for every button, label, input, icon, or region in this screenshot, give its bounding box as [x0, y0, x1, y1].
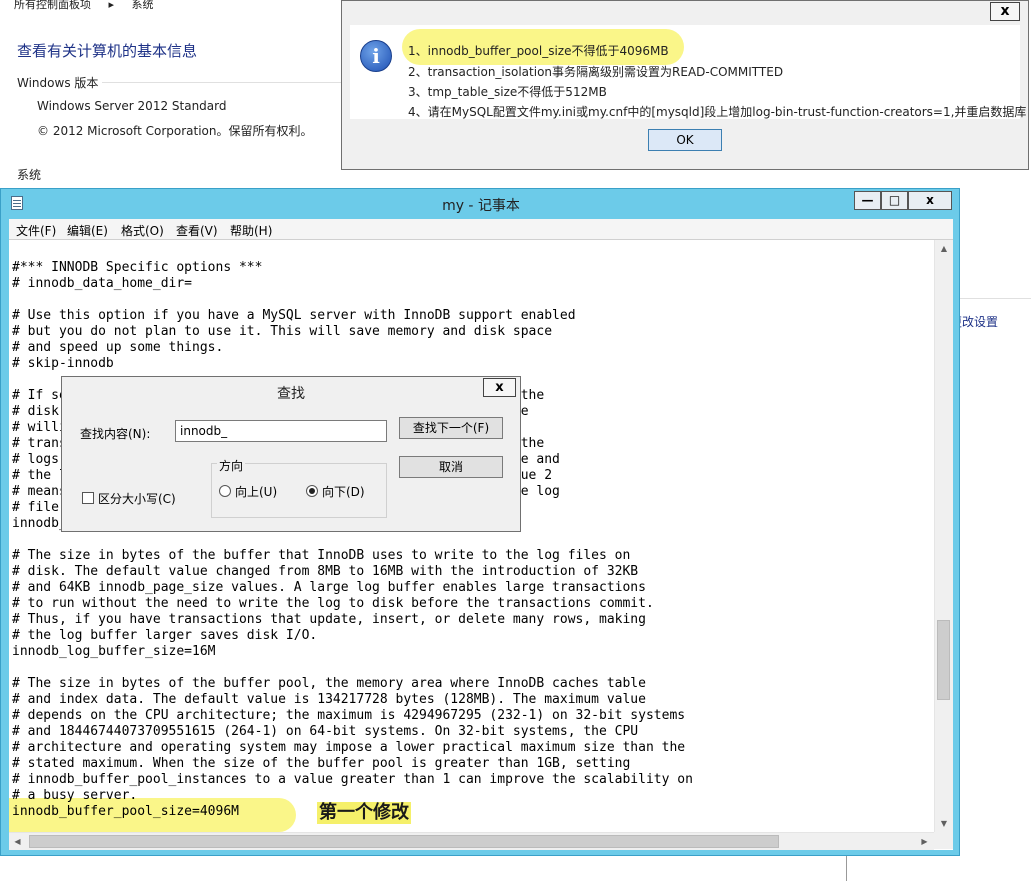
direction-up-radio[interactable]: 向上(U)	[219, 483, 277, 500]
find-what-label: 查找内容(N):	[80, 427, 151, 441]
scrollbar-corner	[934, 832, 953, 849]
window-edge	[846, 856, 847, 881]
find-close-button[interactable]: x	[483, 378, 516, 397]
direction-down-label: 向下(D)	[322, 485, 365, 499]
menu-edit[interactable]: 编辑(E)	[67, 222, 108, 239]
direction-label: 方向	[217, 457, 246, 474]
message-box-close-button[interactable]: x	[990, 2, 1020, 21]
editor-text[interactable]: #*** INNODB Specific options *** # innod…	[12, 260, 693, 820]
message-line: 4、请在MySQL配置文件my.ini或my.cnf中的[mysqld]段上增加…	[408, 105, 1027, 119]
radio-unchecked-icon[interactable]	[219, 485, 231, 497]
vertical-scrollbar[interactable]: ▲ ▼	[934, 240, 953, 832]
message-line: 3、tmp_table_size不得低于512MB	[408, 85, 607, 99]
minimize-button[interactable]: —	[854, 191, 881, 210]
close-button[interactable]: x	[908, 191, 952, 210]
message-line: 2、transaction_isolation事务隔离级别需设置为READ-CO…	[408, 65, 784, 79]
radio-checked-icon[interactable]	[306, 485, 318, 497]
breadcrumb-item-all-items[interactable]: 所有控制面板项	[14, 0, 91, 10]
find-dialog-titlebar[interactable]: 查找 x	[62, 377, 520, 405]
windows-edition-label: Windows 版本	[17, 76, 99, 90]
menu-file[interactable]: 文件(F)	[16, 222, 56, 239]
system-section-label: 系统	[17, 168, 42, 182]
cancel-button[interactable]: 取消	[399, 456, 503, 478]
scroll-up-icon[interactable]: ▲	[935, 240, 953, 257]
page-title: 查看有关计算机的基本信息	[17, 42, 198, 60]
checkbox-icon[interactable]	[82, 492, 94, 504]
breadcrumb-item-system[interactable]: 系统	[132, 0, 154, 10]
breadcrumb-separator-icon: ▸	[108, 0, 115, 10]
message-box-dialog: x i 1、innodb_buffer_pool_size不得低于4096MB …	[341, 0, 1029, 170]
ok-button[interactable]: OK	[648, 129, 722, 151]
vertical-scroll-thumb[interactable]	[937, 620, 950, 700]
menu-view[interactable]: 查看(V)	[176, 222, 218, 239]
maximize-button[interactable]: □	[881, 191, 908, 210]
window-title: my - 记事本	[442, 198, 520, 214]
scroll-right-icon[interactable]: ▶	[916, 833, 933, 850]
find-next-button[interactable]: 查找下一个(F)	[399, 417, 503, 439]
direction-down-radio[interactable]: 向下(D)	[306, 483, 365, 500]
annotation-label: 第一个修改	[317, 802, 411, 824]
windows-edition-value: Windows Server 2012 Standard	[37, 99, 227, 113]
horizontal-scroll-thumb[interactable]	[29, 835, 779, 848]
info-icon: i	[360, 40, 392, 72]
match-case-checkbox[interactable]: 区分大小写(C)	[82, 490, 176, 507]
scroll-left-icon[interactable]: ◀	[9, 833, 26, 850]
text-editor-area[interactable]: #*** INNODB Specific options *** # innod…	[9, 239, 953, 850]
find-dialog: 查找 x 查找内容(N): 查找下一个(F) 取消 方向 向上(U) 向下(D)…	[61, 376, 521, 532]
menu-help[interactable]: 帮助(H)	[230, 222, 272, 239]
section-divider	[102, 82, 342, 83]
menu-format[interactable]: 格式(O)	[121, 222, 164, 239]
menu-bar: 文件(F) 编辑(E) 格式(O) 查看(V) 帮助(H)	[9, 219, 953, 239]
horizontal-scrollbar[interactable]: ◀ ▶	[9, 832, 934, 850]
message-line: 1、innodb_buffer_pool_size不得低于4096MB	[408, 44, 669, 58]
find-dialog-title: 查找	[277, 386, 305, 402]
direction-up-label: 向上(U)	[235, 485, 278, 499]
section-divider	[958, 298, 1031, 299]
match-case-label: 区分大小写(C)	[98, 492, 176, 506]
find-what-input[interactable]	[175, 420, 387, 442]
breadcrumb: 所有控制面板项 ▸ 系统	[0, 0, 340, 10]
scroll-down-icon[interactable]: ▼	[935, 815, 953, 832]
copyright-text: © 2012 Microsoft Corporation。保留所有权利。	[37, 124, 313, 138]
